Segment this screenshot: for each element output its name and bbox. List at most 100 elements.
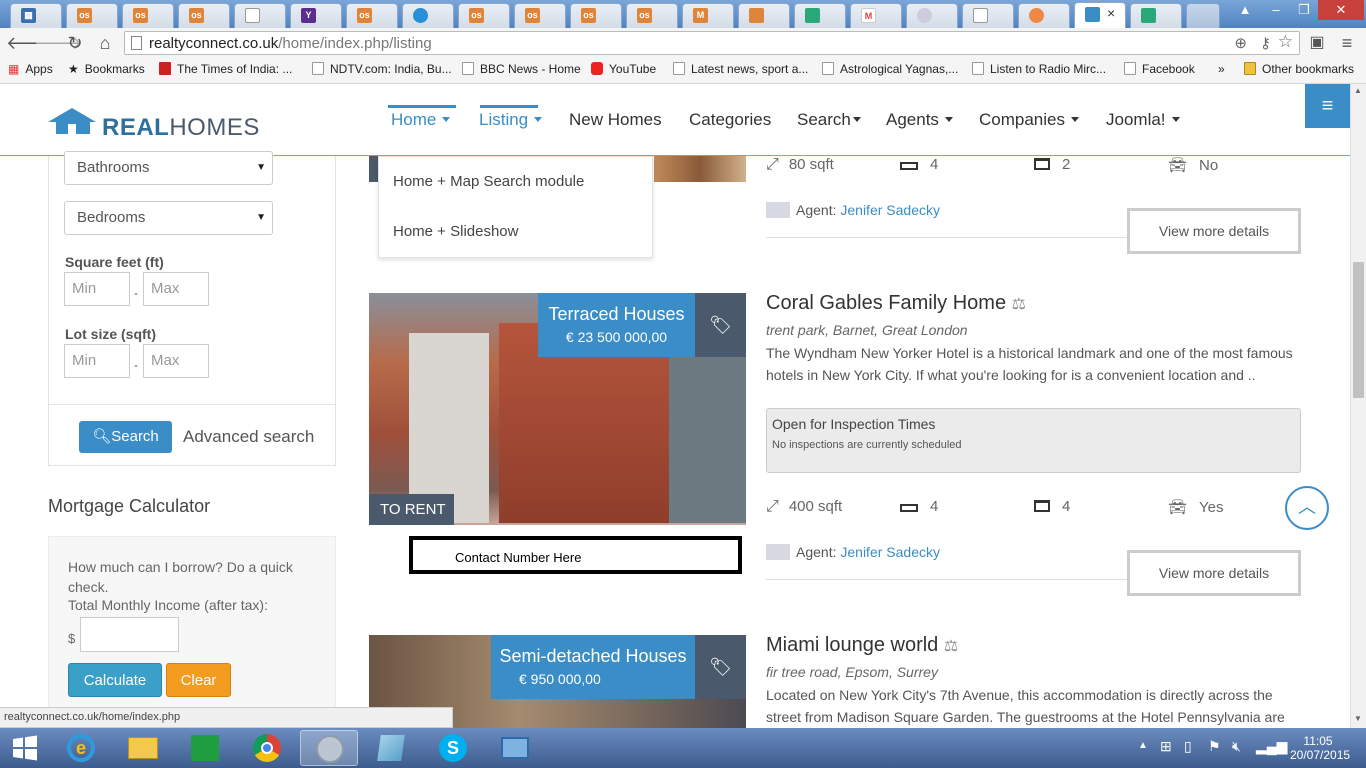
agent-link[interactable]: Jenifer Sadecky: [840, 202, 940, 218]
browser-tab[interactable]: os: [178, 3, 230, 28]
search-button[interactable]: 🔍︎Search: [79, 421, 172, 453]
bookmark-bookmarks[interactable]: ★ Bookmarks: [68, 62, 145, 76]
start-button[interactable]: [0, 730, 50, 766]
bookmark-overflow[interactable]: »: [1218, 62, 1225, 76]
browser-tab[interactable]: [906, 3, 958, 28]
bedrooms-select[interactable]: Bedrooms ▼: [64, 201, 273, 235]
bookmark-bbc[interactable]: BBC News - Home: [462, 62, 581, 76]
battery-icon[interactable]: ▯: [1184, 738, 1192, 755]
maximize-button[interactable]: ❐: [1290, 0, 1318, 20]
nav-agents[interactable]: Agents: [886, 110, 953, 130]
browser-tab[interactable]: [402, 3, 454, 28]
browser-tab[interactable]: [1018, 3, 1070, 28]
calculate-button[interactable]: Calculate: [68, 663, 162, 697]
minimize-button[interactable]: –: [1262, 0, 1290, 20]
explorer-taskbar-button[interactable]: [114, 730, 172, 766]
browser-tab[interactable]: Y: [290, 3, 342, 28]
forward-button[interactable]: 🡒: [34, 32, 82, 54]
reload-button[interactable]: ↻: [64, 32, 86, 54]
property-title[interactable]: Miami lounge world ⚖: [766, 634, 958, 657]
dropdown-item-map-search[interactable]: Home + Map Search module: [393, 173, 584, 190]
action-center-icon[interactable]: ⊞: [1160, 738, 1172, 755]
bookmark-latest-news[interactable]: Latest news, sport a...: [673, 62, 808, 76]
bookmark-apps[interactable]: ▦ Apps: [8, 62, 53, 76]
browser-tab[interactable]: [1130, 3, 1182, 28]
bookmark-astrological[interactable]: Astrological Yagnas,...: [822, 62, 958, 76]
zoom-icon[interactable]: ⊕: [1234, 34, 1247, 52]
rdp-taskbar-button[interactable]: [486, 730, 544, 766]
close-window-button[interactable]: ✕: [1318, 0, 1364, 20]
agent-link[interactable]: Jenifer Sadecky: [840, 544, 940, 560]
url-bar[interactable]: realtyconnect.co.uk/home/index.php/listi…: [124, 31, 1300, 55]
store-taskbar-button[interactable]: [176, 730, 234, 766]
compare-icon[interactable]: ⚖: [1012, 296, 1026, 313]
lot-max-input[interactable]: Max: [143, 344, 209, 378]
tag-icon[interactable]: 🏷︎: [695, 635, 746, 699]
nav-joomla[interactable]: Joomla!: [1106, 110, 1180, 130]
income-input[interactable]: [80, 617, 179, 652]
chrome-taskbar-button[interactable]: [238, 730, 296, 766]
volume-muted-icon[interactable]: 🔇︎: [1232, 738, 1241, 755]
bookmark-radio-mirchi[interactable]: Listen to Radio Mirc...: [972, 62, 1106, 76]
back-button[interactable]: 🡐: [6, 32, 54, 54]
bathrooms-select[interactable]: Bathrooms ▼: [64, 151, 273, 185]
hamburger-menu-button[interactable]: ≡: [1305, 84, 1350, 128]
menu-icon[interactable]: ≡: [1336, 32, 1358, 54]
nav-listing[interactable]: Listing: [479, 110, 543, 130]
key-icon[interactable]: ⚷: [1260, 34, 1271, 52]
bookmark-youtube[interactable]: YouTube: [591, 62, 656, 76]
browser-tab[interactable]: os: [122, 3, 174, 28]
user-icon[interactable]: ▲: [1232, 0, 1258, 20]
browser-tab[interactable]: os: [346, 3, 398, 28]
browser-tab-active[interactable]: ×: [1074, 2, 1126, 28]
bookmark-other[interactable]: Other bookmarks: [1244, 62, 1354, 76]
scrollbar-thumb[interactable]: [1353, 262, 1364, 398]
view-more-details-button[interactable]: View more details: [1127, 208, 1301, 254]
new-tab-button[interactable]: [1186, 3, 1220, 28]
property-title[interactable]: Coral Gables Family Home ⚖: [766, 292, 1026, 315]
notes-taskbar-button[interactable]: [362, 730, 420, 766]
browser-tab[interactable]: [234, 3, 286, 28]
sqft-max-input[interactable]: Max: [143, 272, 209, 306]
clear-button[interactable]: Clear: [166, 663, 231, 697]
nav-new-homes[interactable]: New Homes: [569, 110, 662, 130]
chrome-canary-taskbar-button[interactable]: [300, 730, 358, 766]
bookmark-star-icon[interactable]: ☆: [1278, 32, 1293, 52]
scroll-to-top-button[interactable]: ︿: [1285, 486, 1329, 530]
tray-expand-icon[interactable]: ▲: [1138, 740, 1148, 751]
browser-tab[interactable]: [962, 3, 1014, 28]
bookmark-facebook[interactable]: Facebook: [1124, 62, 1195, 76]
nav-companies[interactable]: Companies: [979, 110, 1079, 130]
network-icon[interactable]: ▂▄▆: [1256, 738, 1287, 755]
tag-icon[interactable]: 🏷︎: [695, 293, 746, 357]
ie-taskbar-button[interactable]: e: [52, 730, 110, 766]
scroll-down-icon[interactable]: ▼: [1354, 714, 1362, 723]
browser-tab[interactable]: os: [514, 3, 566, 28]
clock[interactable]: 11:05 20/07/2015: [1290, 734, 1350, 762]
compare-icon[interactable]: ⚖: [944, 638, 958, 655]
browser-tab[interactable]: [738, 3, 790, 28]
browser-tab[interactable]: os: [66, 3, 118, 28]
browser-tab[interactable]: os: [626, 3, 678, 28]
browser-tab[interactable]: M: [850, 3, 902, 28]
flag-icon[interactable]: ⚑: [1208, 738, 1221, 755]
home-button[interactable]: ⌂: [94, 32, 116, 54]
view-more-details-button[interactable]: View more details: [1127, 550, 1301, 596]
nav-home[interactable]: Home: [391, 110, 451, 130]
sqft-min-input[interactable]: Min: [64, 272, 130, 306]
bookmark-toi[interactable]: The Times of India: ...: [159, 62, 292, 76]
browser-tab[interactable]: os: [570, 3, 622, 28]
advanced-search-link[interactable]: Advanced search: [183, 427, 314, 447]
browser-tab[interactable]: os: [458, 3, 510, 28]
page-scrollbar[interactable]: ▲ ▼: [1350, 84, 1366, 728]
extension-icon[interactable]: ▣: [1306, 32, 1328, 54]
browser-tab[interactable]: ▦: [10, 3, 62, 28]
browser-tab[interactable]: M: [682, 3, 734, 28]
nav-search[interactable]: Search: [797, 110, 861, 130]
bookmark-ndtv[interactable]: NDTV.com: India, Bu...: [312, 62, 452, 76]
scroll-up-icon[interactable]: ▲: [1354, 86, 1362, 95]
skype-taskbar-button[interactable]: S: [424, 730, 482, 766]
nav-categories[interactable]: Categories: [689, 110, 771, 130]
browser-tab[interactable]: [794, 3, 846, 28]
lot-min-input[interactable]: Min: [64, 344, 130, 378]
